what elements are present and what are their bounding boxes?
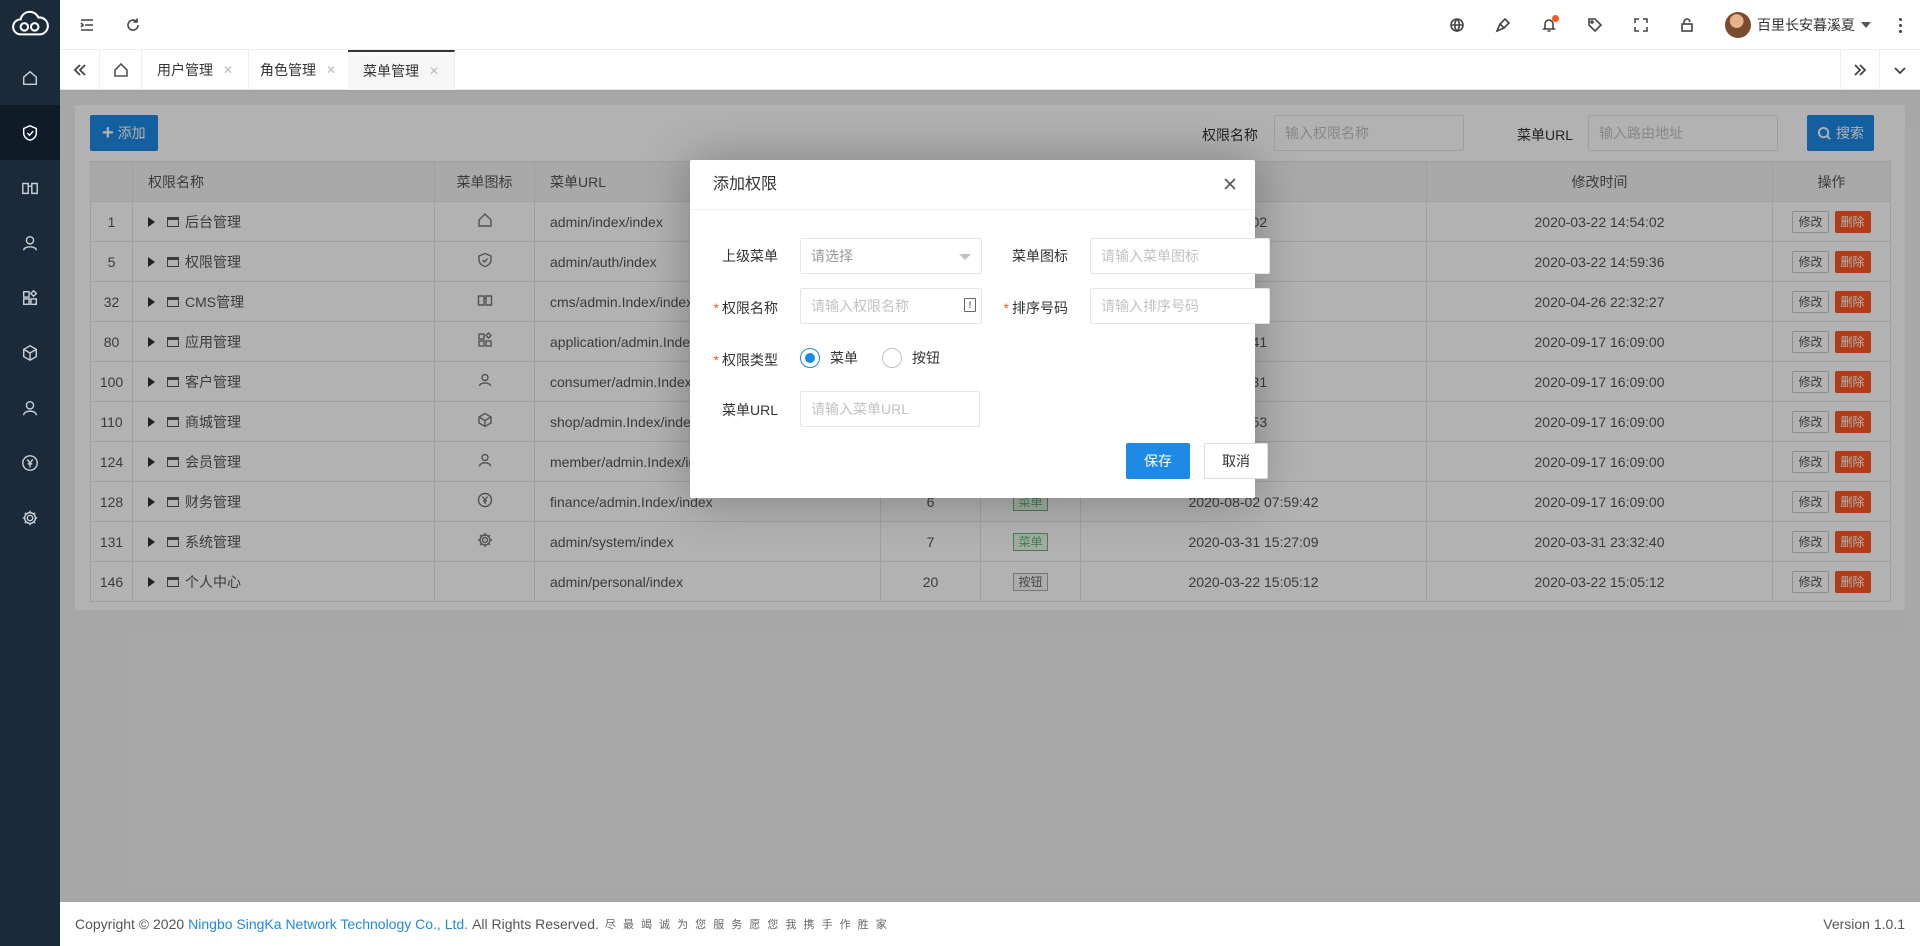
parent-menu-select[interactable]: 请选择 [800,238,982,274]
cloud-logo-icon[interactable] [0,0,60,50]
tag-icon[interactable] [1585,15,1605,35]
sidebar-apps-icon[interactable] [0,270,60,325]
tab-role-management[interactable]: 角色管理 ✕ [245,50,353,90]
tabs-scroll-left-icon[interactable] [60,50,100,90]
save-button[interactable]: 保存 [1126,443,1190,479]
bell-icon[interactable] [1539,15,1559,35]
menu-url-input[interactable] [800,391,980,427]
icon-picker-icon[interactable]: ! [964,298,976,312]
lock-icon[interactable] [1677,15,1697,35]
user-name: 百里长安暮溪夏 [1757,17,1855,33]
tab-close-icon[interactable]: ✕ [223,63,233,77]
chevron-down-icon [959,254,971,260]
sort-number-input[interactable] [1090,288,1270,324]
menu-fold-icon[interactable] [77,15,97,35]
radio-checked-icon [800,348,820,368]
tab-user-management[interactable]: 用户管理 ✕ [142,50,250,90]
permission-name-label: * 权限名称 [713,300,778,316]
slogan-text: 尽 最 竭 诚 为 您 服 务 愿 您 我 携 手 作 胜 家 [604,919,889,931]
permission-type-label: * 权限类型 [713,352,778,368]
sidebar-customer-icon[interactable] [0,215,60,270]
tabs-scroll-right-icon[interactable] [1840,50,1880,90]
tab-label: 角色管理 [260,62,316,78]
permission-name-input[interactable] [800,288,982,324]
sort-number-label: * 排序号码 [1003,300,1068,316]
sidebar-cube-icon[interactable] [0,325,60,380]
menu-url-label: 菜单URL [721,402,778,418]
add-permission-dialog: 添加权限 上级菜单 请选择 菜单图标 *权限名称 ! *排序号码 *权限类型 菜… [690,160,1270,498]
cancel-button[interactable]: 取消 [1204,443,1268,479]
chevron-down-icon [1861,22,1871,28]
version-text: Version 1.0.1 [1823,916,1905,932]
user-menu[interactable]: 百里长安暮溪夏 [1725,12,1871,38]
sidebar-home-icon[interactable] [0,50,60,105]
permission-name-wrapper: ! [800,288,982,324]
radio-unchecked-icon [882,348,902,368]
parent-menu-label: 上级菜单 [722,248,778,264]
close-icon[interactable] [1223,177,1239,193]
tab-close-icon[interactable]: ✕ [429,64,439,78]
sidebar-yen-icon[interactable] [0,435,60,490]
sidebar-shield-icon[interactable] [0,105,60,160]
copyright-text: Copyright © 2020 [75,916,185,932]
tab-label: 菜单管理 [363,63,419,79]
notification-dot [1552,15,1559,22]
tabs-bar: 用户管理 ✕ 角色管理 ✕ 菜单管理 ✕ [60,50,1920,90]
type-radio-menu-label: 菜单 [830,350,858,366]
sidebar-gear-icon[interactable] [0,490,60,545]
refresh-icon[interactable] [123,15,143,35]
dialog-title: 添加权限 [690,160,1255,210]
type-radio-button-label: 按钮 [912,350,940,366]
parent-menu-placeholder: 请选择 [811,248,853,264]
tabs-dropdown-icon[interactable] [1880,50,1920,90]
sidebar [0,0,60,946]
top-header: 百里长安暮溪夏 [60,0,1920,50]
clear-brush-icon[interactable] [1493,15,1513,35]
sidebar-user-icon[interactable] [0,380,60,435]
rights-text: All Rights Reserved. [472,916,599,932]
type-radio-menu[interactable]: 菜单 [800,348,858,368]
globe-icon[interactable] [1447,15,1467,35]
type-radio-button[interactable]: 按钮 [882,348,940,368]
fullscreen-icon[interactable] [1631,15,1651,35]
sidebar-book-icon[interactable] [0,160,60,215]
avatar [1725,12,1751,38]
footer: Copyright © 2020 Ningbo SingKa Network T… [60,902,1920,946]
tab-label: 用户管理 [157,62,213,78]
menu-icon-input[interactable] [1090,238,1270,274]
more-vertical-icon[interactable] [1890,13,1910,37]
tab-close-icon[interactable]: ✕ [326,63,336,77]
menu-icon-label: 菜单图标 [1012,248,1068,264]
tab-home-icon[interactable] [100,50,142,90]
company-link[interactable]: Ningbo SingKa Network Technology Co., Lt… [188,916,468,932]
tab-menu-management[interactable]: 菜单管理 ✕ [348,50,456,90]
